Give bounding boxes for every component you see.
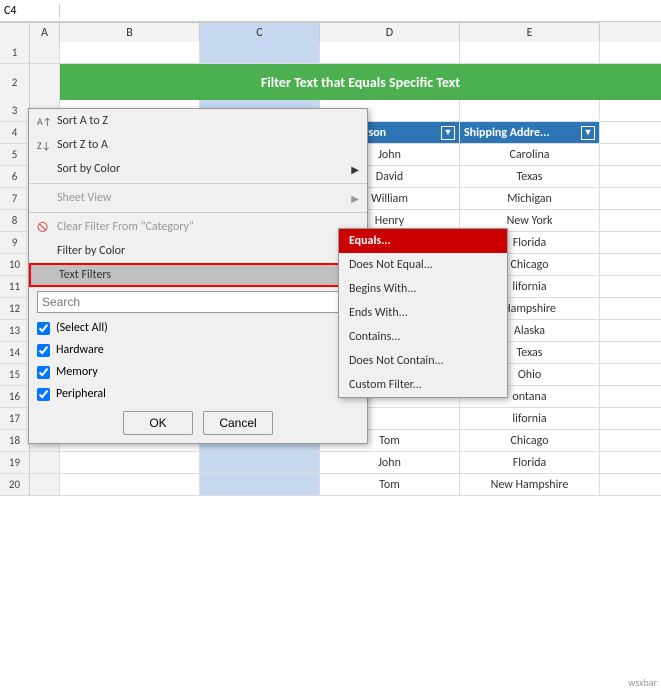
menu-sort-az[interactable]: A↑ Sort A to Z — [29, 109, 367, 133]
table-row: 19 John Florida — [0, 452, 661, 474]
col-header-c[interactable]: C — [200, 22, 320, 42]
submenu-not-contain[interactable]: Does Not Contain... — [339, 349, 507, 373]
watermark: wsxbar — [628, 676, 657, 689]
column-header-row: A B C D E — [0, 22, 661, 42]
col-header-e[interactable]: E — [460, 22, 600, 42]
submenu-ends-with[interactable]: Ends With... — [339, 301, 507, 325]
filter-btn-e[interactable]: ▼ — [581, 126, 595, 140]
submenu-not-equal[interactable]: Does Not Equal... — [339, 253, 507, 277]
table-row: 20 Tom New Hampshire — [0, 474, 661, 496]
col-header-d[interactable]: D — [320, 22, 460, 42]
filter-btn-d[interactable]: ▼ — [441, 126, 455, 140]
menu-clear-filter[interactable]: 🚫 Clear Filter From "Category" — [29, 215, 367, 239]
col-header-a[interactable]: A — [30, 22, 60, 42]
formula-bar: C4 — [0, 0, 661, 22]
checkbox-hardware[interactable]: Hardware — [29, 339, 367, 361]
divider-2 — [29, 212, 367, 213]
checkbox-peripheral[interactable]: Peripheral — [29, 383, 367, 405]
menu-buttons: OK Cancel — [29, 411, 367, 435]
search-input[interactable] — [38, 295, 336, 309]
col-header-b[interactable]: B — [60, 22, 200, 42]
row-1: 1 — [0, 42, 661, 64]
filter-dropdown: A↑ Sort A to Z Z↓ Sort Z to A Sort by Co… — [28, 108, 368, 444]
sort-az-icon: A↑ — [37, 115, 57, 128]
submenu-begins-with[interactable]: Begins With... — [339, 277, 507, 301]
corner-cell — [0, 22, 30, 42]
submenu-custom-filter[interactable]: Custom Filter... — [339, 373, 507, 397]
menu-sheet-view[interactable]: Sheet View ▶ — [29, 186, 367, 210]
menu-sort-color[interactable]: Sort by Color ▶ — [29, 157, 367, 181]
search-box[interactable]: 🔍 — [37, 291, 359, 313]
cancel-button[interactable]: Cancel — [203, 411, 273, 435]
spreadsheet: C4 A B C D E 1 2 Filter Text that Equals… — [0, 0, 661, 691]
submenu-contains[interactable]: Contains... — [339, 325, 507, 349]
menu-sort-za[interactable]: Z↓ Sort Z to A — [29, 133, 367, 157]
sort-za-icon: Z↓ — [37, 139, 57, 152]
name-box[interactable]: C4 — [0, 4, 60, 18]
menu-filter-color[interactable]: Filter by Color ▶ — [29, 239, 367, 263]
title-row: 2 Filter Text that Equals Specific Text — [0, 64, 661, 100]
checkbox-select-all[interactable]: (Select All) — [29, 317, 367, 339]
page-title: Filter Text that Equals Specific Text — [60, 64, 661, 100]
header-shipping: Shipping Addre... ▼ — [460, 122, 600, 143]
submenu-equals[interactable]: Equals... — [339, 229, 507, 253]
menu-text-filters[interactable]: Text Filters ▶ — [29, 263, 367, 287]
divider-1 — [29, 183, 367, 184]
checkbox-memory[interactable]: Memory — [29, 361, 367, 383]
text-filters-submenu: Equals... Does Not Equal... Begins With.… — [338, 228, 508, 398]
clear-filter-icon: 🚫 — [37, 222, 57, 233]
ok-button[interactable]: OK — [123, 411, 193, 435]
